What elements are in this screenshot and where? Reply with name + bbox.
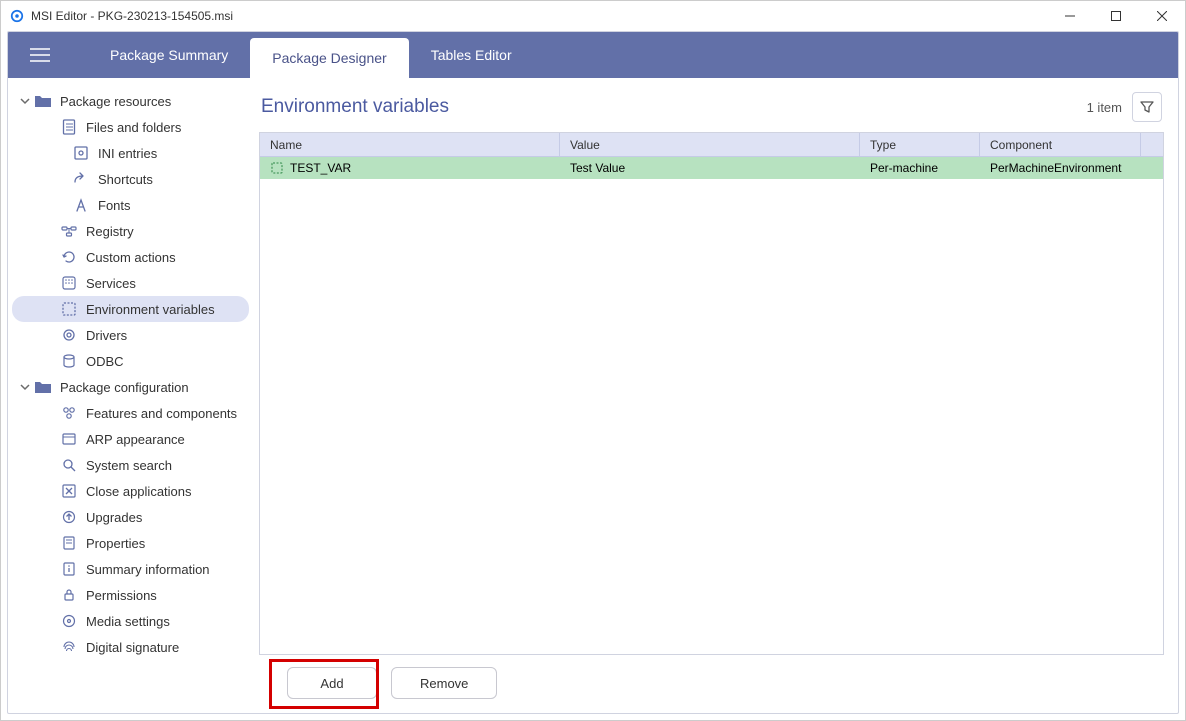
sidebar-label: ARP appearance bbox=[86, 432, 185, 447]
top-nav: Package Summary Package Designer Tables … bbox=[8, 32, 1178, 78]
cell-value: Test Value bbox=[560, 157, 860, 179]
sidebar-label: Fonts bbox=[98, 198, 131, 213]
sidebar-label: Package configuration bbox=[60, 380, 189, 395]
cell-name: TEST_VAR bbox=[290, 161, 351, 175]
upgrade-icon bbox=[60, 508, 78, 526]
column-header-value[interactable]: Value bbox=[560, 133, 860, 156]
close-button[interactable] bbox=[1139, 1, 1185, 31]
chevron-down-icon bbox=[18, 380, 32, 394]
sidebar-item-media[interactable]: Media settings bbox=[12, 608, 249, 634]
ini-icon bbox=[72, 144, 90, 162]
sidebar-item-system-search[interactable]: System search bbox=[12, 452, 249, 478]
font-icon bbox=[72, 196, 90, 214]
content-area: Environment variables 1 item Name Value … bbox=[253, 78, 1178, 713]
sidebar-group-resources[interactable]: Package resources bbox=[12, 88, 249, 114]
app-logo-icon bbox=[9, 8, 25, 24]
sidebar-label: Custom actions bbox=[86, 250, 176, 265]
action-icon bbox=[60, 248, 78, 266]
sidebar-group-configuration[interactable]: Package configuration bbox=[12, 374, 249, 400]
env-var-icon bbox=[60, 300, 78, 318]
sidebar-item-registry[interactable]: Registry bbox=[12, 218, 249, 244]
sidebar-label: Summary information bbox=[86, 562, 210, 577]
hamburger-menu-button[interactable] bbox=[22, 32, 58, 78]
item-count: 1 item bbox=[1087, 100, 1122, 115]
sidebar: Package resources Files and folders INI … bbox=[8, 78, 253, 713]
sidebar-label: Properties bbox=[86, 536, 145, 551]
folder-icon bbox=[34, 378, 52, 396]
sidebar-item-environment-variables[interactable]: Environment variables bbox=[12, 296, 249, 322]
content-title: Environment variables bbox=[261, 96, 1087, 118]
media-icon bbox=[60, 612, 78, 630]
properties-icon bbox=[60, 534, 78, 552]
column-header-type[interactable]: Type bbox=[860, 133, 980, 156]
sidebar-label: Digital signature bbox=[86, 640, 179, 655]
maximize-button[interactable] bbox=[1093, 1, 1139, 31]
sidebar-label: Features and components bbox=[86, 406, 237, 421]
sidebar-label: Services bbox=[86, 276, 136, 291]
env-vars-table: Name Value Type Component TEST_VAR Test … bbox=[259, 132, 1164, 655]
folder-icon bbox=[34, 92, 52, 110]
sidebar-item-drivers[interactable]: Drivers bbox=[12, 322, 249, 348]
lock-icon bbox=[60, 586, 78, 604]
titlebar: MSI Editor - PKG-230213-154505.msi bbox=[1, 1, 1185, 31]
chevron-down-icon bbox=[18, 94, 32, 108]
sidebar-label: Upgrades bbox=[86, 510, 142, 525]
sidebar-item-properties[interactable]: Properties bbox=[12, 530, 249, 556]
gear-icon bbox=[60, 326, 78, 344]
sidebar-item-arp[interactable]: ARP appearance bbox=[12, 426, 249, 452]
sidebar-label: Files and folders bbox=[86, 120, 181, 135]
database-icon bbox=[60, 352, 78, 370]
services-icon bbox=[60, 274, 78, 292]
sidebar-label: Drivers bbox=[86, 328, 127, 343]
env-var-row-icon bbox=[270, 161, 284, 175]
sidebar-label: ODBC bbox=[86, 354, 124, 369]
close-app-icon bbox=[60, 482, 78, 500]
tab-package-summary[interactable]: Package Summary bbox=[88, 32, 250, 78]
sidebar-item-upgrades[interactable]: Upgrades bbox=[12, 504, 249, 530]
document-icon bbox=[60, 118, 78, 136]
sidebar-item-ini-entries[interactable]: INI entries bbox=[12, 140, 249, 166]
sidebar-label: INI entries bbox=[98, 146, 157, 161]
sidebar-item-custom-actions[interactable]: Custom actions bbox=[12, 244, 249, 270]
sidebar-item-services[interactable]: Services bbox=[12, 270, 249, 296]
sidebar-item-files-folders[interactable]: Files and folders bbox=[12, 114, 249, 140]
remove-button[interactable]: Remove bbox=[391, 667, 497, 699]
info-icon bbox=[60, 560, 78, 578]
minimize-button[interactable] bbox=[1047, 1, 1093, 31]
column-header-name[interactable]: Name bbox=[260, 133, 560, 156]
sidebar-item-fonts[interactable]: Fonts bbox=[12, 192, 249, 218]
sidebar-item-digital-signature[interactable]: Digital signature bbox=[12, 634, 249, 660]
sidebar-label: Close applications bbox=[86, 484, 192, 499]
window-title: MSI Editor - PKG-230213-154505.msi bbox=[31, 9, 1047, 23]
add-button[interactable]: Add bbox=[287, 667, 377, 699]
sidebar-item-summary-info[interactable]: Summary information bbox=[12, 556, 249, 582]
sidebar-label: Package resources bbox=[60, 94, 171, 109]
sidebar-label: Shortcuts bbox=[98, 172, 153, 187]
fingerprint-icon bbox=[60, 638, 78, 656]
table-row[interactable]: TEST_VAR Test Value Per-machine PerMachi… bbox=[260, 157, 1163, 179]
tab-tables-editor[interactable]: Tables Editor bbox=[409, 32, 534, 78]
components-icon bbox=[60, 404, 78, 422]
search-icon bbox=[60, 456, 78, 474]
sidebar-item-odbc[interactable]: ODBC bbox=[12, 348, 249, 374]
sidebar-label: Permissions bbox=[86, 588, 157, 603]
sidebar-label: Environment variables bbox=[86, 302, 215, 317]
table-header: Name Value Type Component bbox=[260, 133, 1163, 157]
sidebar-item-permissions[interactable]: Permissions bbox=[12, 582, 249, 608]
registry-icon bbox=[60, 222, 78, 240]
sidebar-label: System search bbox=[86, 458, 172, 473]
sidebar-label: Registry bbox=[86, 224, 134, 239]
window-icon bbox=[60, 430, 78, 448]
cell-type: Per-machine bbox=[860, 157, 980, 179]
sidebar-item-close-apps[interactable]: Close applications bbox=[12, 478, 249, 504]
shortcut-icon bbox=[72, 170, 90, 188]
filter-button[interactable] bbox=[1132, 92, 1162, 122]
column-header-component[interactable]: Component bbox=[980, 133, 1141, 156]
cell-component: PerMachineEnvironment bbox=[980, 157, 1141, 179]
sidebar-item-shortcuts[interactable]: Shortcuts bbox=[12, 166, 249, 192]
tab-package-designer[interactable]: Package Designer bbox=[250, 38, 408, 78]
sidebar-item-features[interactable]: Features and components bbox=[12, 400, 249, 426]
sidebar-label: Media settings bbox=[86, 614, 170, 629]
